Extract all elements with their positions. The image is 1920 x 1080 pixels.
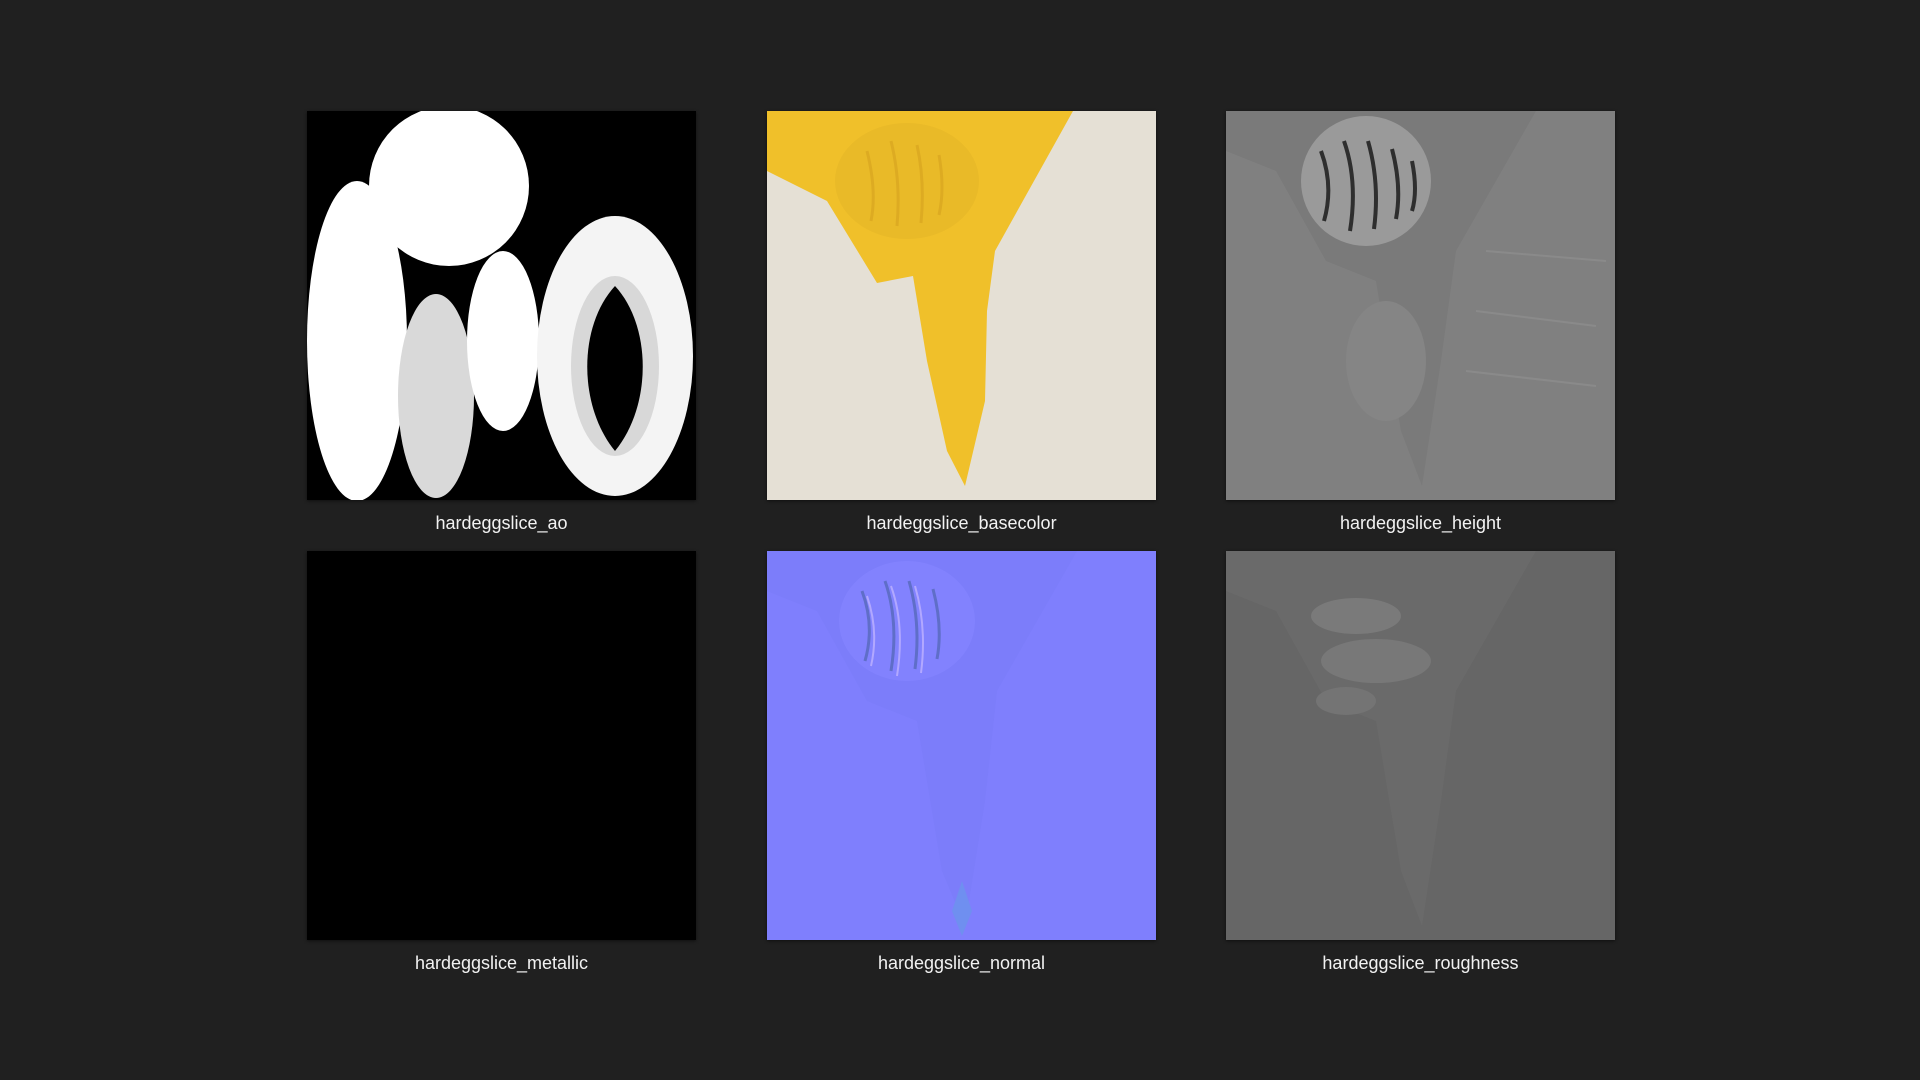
ao-map-thumbnail[interactable] — [307, 111, 696, 500]
file-tile-ao[interactable]: hardeggslice_ao — [307, 111, 696, 551]
normal-map-thumbnail[interactable] — [767, 551, 1156, 940]
basecolor-map-thumbnail[interactable] — [767, 111, 1156, 500]
file-tile-height[interactable]: hardeggslice_height — [1226, 111, 1615, 551]
height-map-thumbnail[interactable] — [1226, 111, 1615, 500]
file-name-label: hardeggslice_metallic — [414, 953, 589, 973]
roughness-map-thumbnail[interactable] — [1226, 551, 1615, 940]
file-tile-normal[interactable]: hardeggslice_normal — [767, 551, 1156, 991]
file-name-label: hardeggslice_height — [1339, 513, 1502, 533]
metallic-map-thumbnail[interactable] — [307, 551, 696, 940]
file-tile-metallic[interactable]: hardeggslice_metallic — [307, 551, 696, 991]
thumbnail-grid: hardeggslice_ao hardeggslice_basecolor h… — [0, 0, 1920, 1080]
file-name-label: hardeggslice_basecolor — [866, 513, 1057, 533]
file-name-label: hardeggslice_normal — [877, 953, 1046, 973]
file-name-label: hardeggslice_ao — [435, 513, 568, 533]
file-tile-basecolor[interactable]: hardeggslice_basecolor — [767, 111, 1156, 551]
file-tile-roughness[interactable]: hardeggslice_roughness — [1226, 551, 1615, 991]
file-name-label: hardeggslice_roughness — [1322, 953, 1519, 973]
